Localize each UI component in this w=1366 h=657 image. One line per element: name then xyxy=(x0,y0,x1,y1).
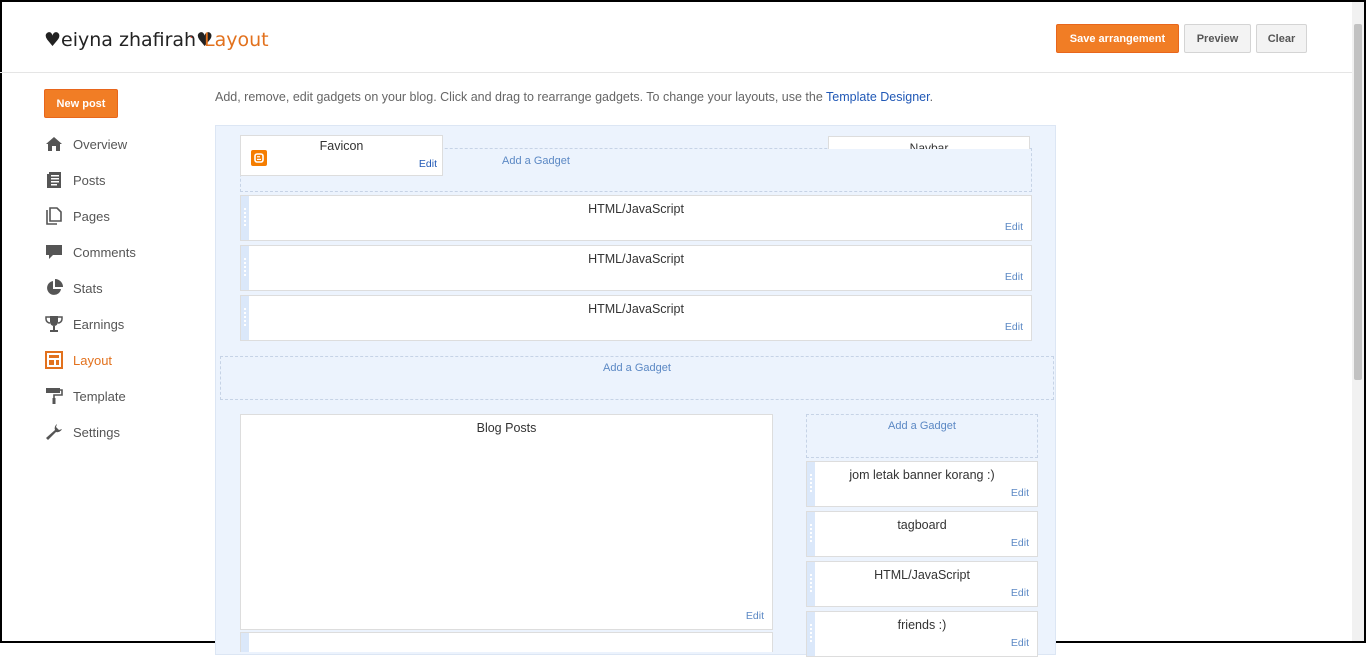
favicon-gadget[interactable]: Favicon Edit xyxy=(240,135,443,176)
comment-icon xyxy=(44,242,64,262)
sidebar-gadget[interactable]: HTML/JavaScript Edit xyxy=(806,561,1038,607)
gadget-title: Blog Posts xyxy=(476,421,537,435)
gadget-title: tagboard xyxy=(897,518,947,532)
pages-icon xyxy=(44,206,64,226)
sidebar-item-stats[interactable]: Stats xyxy=(44,276,204,300)
blog-title[interactable]: ♥eiyna zhafirah♥ xyxy=(44,29,213,51)
sidebar-item-overview[interactable]: Overview xyxy=(44,132,204,156)
add-gadget-label: Add a Gadget xyxy=(502,155,570,167)
gadget-title: Favicon xyxy=(319,139,364,153)
sidebar-item-label: Template xyxy=(73,388,126,404)
layout-canvas: Add a Gadget Navbar Favicon Edit HTML/Ja… xyxy=(215,125,1056,657)
gadget-title: jom letak banner korang :) xyxy=(849,468,995,482)
gadget-edit-link[interactable]: Edit xyxy=(1011,637,1029,649)
gadget-title: HTML/JavaScript xyxy=(874,568,970,582)
clear-button[interactable]: Clear xyxy=(1256,24,1307,53)
intro-description: Add, remove, edit gadgets on your blog. … xyxy=(215,90,827,104)
sidebar-item-layout[interactable]: Layout xyxy=(44,348,204,372)
gadget-edit-link[interactable]: Edit xyxy=(1011,587,1029,599)
add-gadget-label: Add a Gadget xyxy=(603,362,671,374)
template-designer-link[interactable]: Template Designer xyxy=(826,90,930,104)
sidebar-gadget[interactable]: jom letak banner korang :) Edit xyxy=(806,461,1038,507)
add-gadget-label: Add a Gadget xyxy=(888,420,956,432)
blog-posts-gadget[interactable]: Blog Posts Edit xyxy=(240,414,773,630)
trophy-icon xyxy=(44,314,64,334)
html-javascript-gadget[interactable]: HTML/JavaScript Edit xyxy=(240,245,1032,291)
add-gadget-sidebar[interactable]: Add a Gadget xyxy=(806,414,1038,458)
sidebar-item-label: Comments xyxy=(73,244,136,260)
paint-roller-icon xyxy=(44,386,64,406)
sidebar-item-pages[interactable]: Pages xyxy=(44,204,204,228)
home-icon xyxy=(44,134,64,154)
html-javascript-gadget[interactable]: HTML/JavaScript Edit xyxy=(240,195,1032,241)
gadget-edit-link[interactable]: Edit xyxy=(419,158,437,170)
wrench-icon xyxy=(44,422,64,442)
new-post-button[interactable]: New post xyxy=(44,89,118,118)
navbar-gadget[interactable]: Navbar xyxy=(828,136,1030,149)
gadget-title: HTML/JavaScript xyxy=(588,202,684,216)
scrollbar-thumb[interactable] xyxy=(1354,24,1362,380)
layout-icon xyxy=(44,350,64,370)
title-separator: · xyxy=(189,28,194,44)
sidebar-item-label: Pages xyxy=(73,208,110,224)
intro-end: . xyxy=(929,90,934,104)
sidebar-item-earnings[interactable]: Earnings xyxy=(44,312,204,336)
pie-chart-icon xyxy=(44,278,64,298)
gadget-edit-link[interactable]: Edit xyxy=(1011,537,1029,549)
sidebar-item-label: Posts xyxy=(73,172,106,188)
add-gadget-crosscol[interactable]: Add a Gadget xyxy=(220,356,1054,400)
sidebar-item-label: Stats xyxy=(73,280,103,296)
top-header: ♥eiyna zhafirah♥ · Layout Save arrangeme… xyxy=(0,0,1352,73)
sidebar-item-posts[interactable]: Posts xyxy=(44,168,204,192)
sidebar-gadget[interactable]: tagboard Edit xyxy=(806,511,1038,557)
gadget-edit-link[interactable]: Edit xyxy=(1005,321,1023,333)
gadget-title: Navbar xyxy=(909,141,949,149)
intro-text: Add, remove, edit gadgets on your blog. … xyxy=(215,90,933,104)
save-arrangement-button[interactable]: Save arrangement xyxy=(1056,24,1179,53)
gadget-title: friends :) xyxy=(897,618,947,632)
preview-button[interactable]: Preview xyxy=(1184,24,1251,53)
gadget-edit-link[interactable]: Edit xyxy=(1011,487,1029,499)
blogger-logo-icon xyxy=(251,150,267,166)
sidebar-item-template[interactable]: Template xyxy=(44,384,204,408)
sidebar-item-label: Settings xyxy=(73,424,120,440)
gadget-title: HTML/JavaScript xyxy=(588,302,684,316)
gadget-edit-link[interactable]: Edit xyxy=(746,610,764,622)
sidebar-item-label: Overview xyxy=(73,136,128,152)
posts-icon xyxy=(44,170,64,190)
gadget-below-posts[interactable] xyxy=(240,632,773,652)
html-javascript-gadget[interactable]: HTML/JavaScript Edit xyxy=(240,295,1032,341)
sidebar-item-comments[interactable]: Comments xyxy=(44,240,204,264)
sidebar-item-settings[interactable]: Settings xyxy=(44,420,204,444)
sidebar-gadget[interactable]: friends :) Edit xyxy=(806,611,1038,657)
sidebar-item-label: Earnings xyxy=(73,316,125,332)
gadget-edit-link[interactable]: Edit xyxy=(1005,271,1023,283)
gadget-edit-link[interactable]: Edit xyxy=(1005,221,1023,233)
sidebar-item-label: Layout xyxy=(73,352,113,368)
page-title: Layout xyxy=(204,29,269,51)
gadget-title: HTML/JavaScript xyxy=(588,252,684,266)
